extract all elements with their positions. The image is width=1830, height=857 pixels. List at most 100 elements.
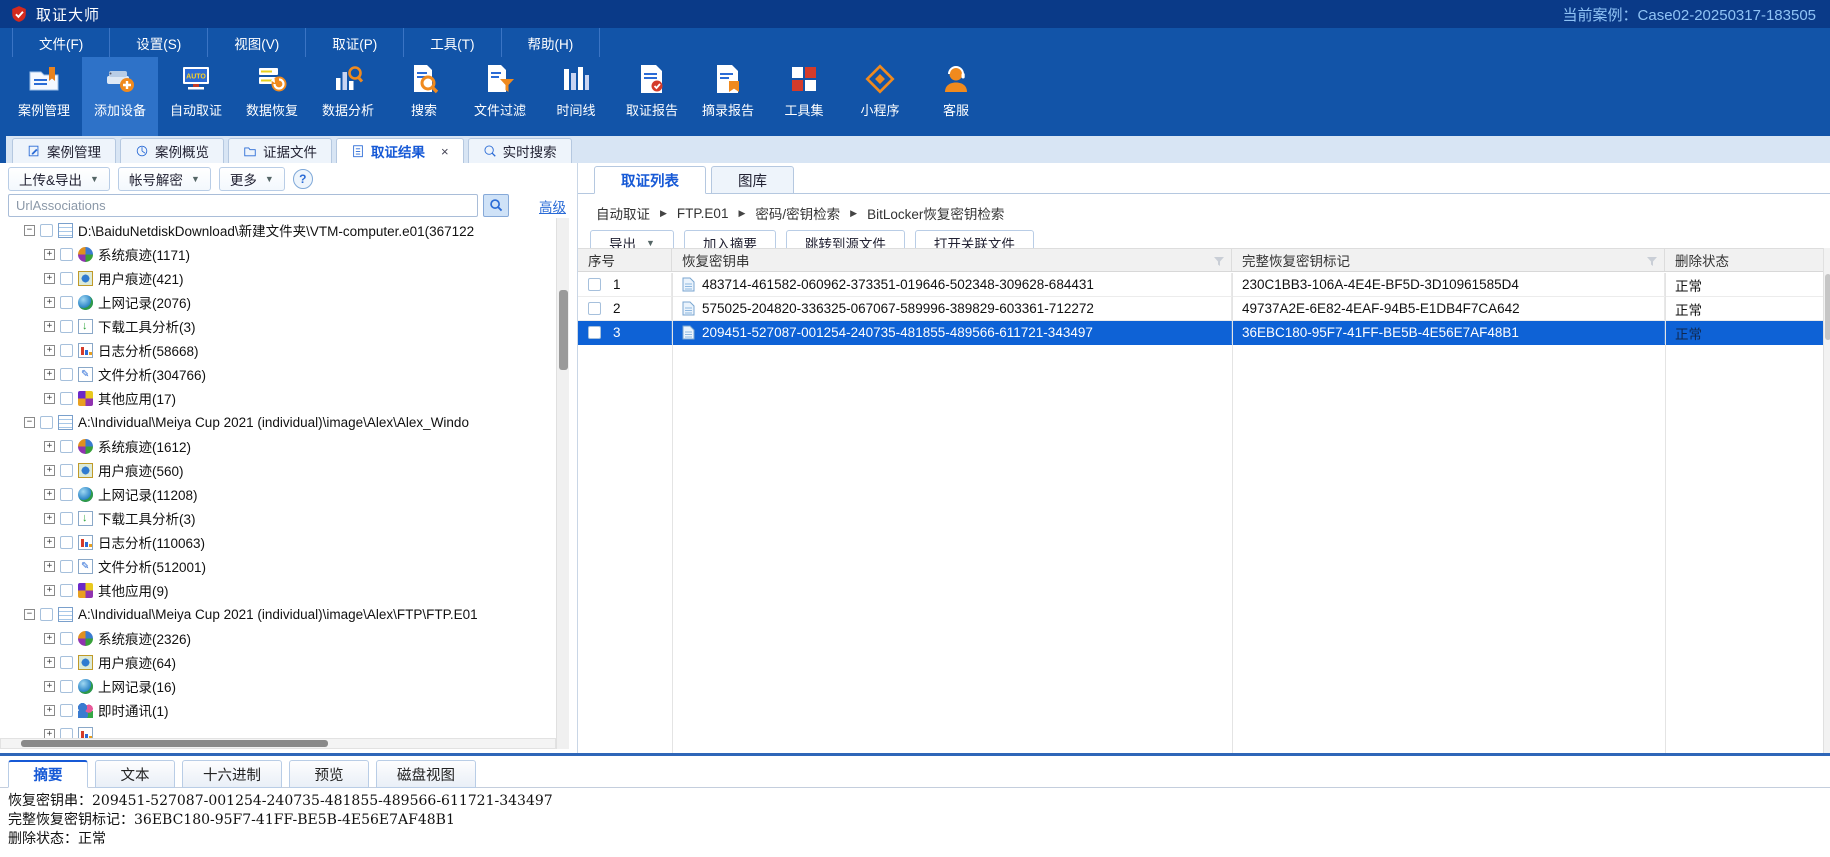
preview-tab[interactable]: 预览 [289,760,369,788]
search-input[interactable] [8,194,478,217]
tree-checkbox[interactable] [40,607,53,621]
toolbar-item[interactable]: 搜索 [386,57,462,136]
main-tab[interactable]: 案例概览 [120,138,224,163]
tree-checkbox[interactable] [60,583,73,597]
preview-tab[interactable]: 摘要 [8,760,88,788]
tree-item[interactable]: − A:\Individual\Meiya Cup 2021 (individua… [0,602,556,626]
toolbar-item[interactable]: 摘录报告 [690,57,766,136]
filter-icon[interactable] [1646,255,1658,266]
table-row[interactable]: 1 483714-461582-060962-373351-019646-5023… [578,273,1823,297]
expand-icon[interactable]: + [44,440,55,452]
tree-checkbox[interactable] [60,463,73,477]
tree-item[interactable]: + 上网记录(11208) [0,482,556,506]
tree-checkbox[interactable] [60,367,73,381]
toolbar-item[interactable]: 时间线 [538,57,614,136]
menu-item-视图(V)[interactable]: 视图(V) [208,28,307,57]
expand-icon[interactable]: + [44,344,55,356]
breadcrumb-item[interactable]: FTP.E01 [677,206,729,221]
toolbar-item[interactable]: AUTO 自动取证 [158,57,234,136]
tree-checkbox[interactable] [60,703,73,717]
tree-item[interactable]: + 系统痕迹(2326) [0,626,556,650]
toolbar-item[interactable]: 文件过滤 [462,57,538,136]
tree-checkbox[interactable] [60,295,73,309]
preview-tab[interactable]: 磁盘视图 [376,760,476,788]
tree-item[interactable]: + 下载工具分析(3) [0,506,556,530]
collapse-icon[interactable]: − [24,416,35,428]
toolbar-item[interactable]: 案例管理 [6,57,82,136]
expand-icon[interactable]: + [44,632,55,644]
toolbar-item[interactable]: 添加设备 [82,57,158,136]
tree-checkbox[interactable] [60,271,73,285]
tree-item[interactable]: + 其他应用(9) [0,578,556,602]
row-checkbox[interactable] [588,326,601,339]
menu-item-设置(S)[interactable]: 设置(S) [110,28,209,57]
tree-item[interactable]: + 文件分析(304766) [0,362,556,386]
tree-checkbox[interactable] [60,487,73,501]
breadcrumb-item[interactable]: 密码/密钥检索 [755,203,840,223]
tree-checkbox[interactable] [60,535,73,549]
tree-item[interactable]: + 其他应用(17) [0,386,556,410]
toolbar-item[interactable]: 数据恢复 [234,57,310,136]
breadcrumb-item[interactable]: BitLocker恢复密钥检索 [867,203,1004,223]
row-checkbox[interactable] [588,302,601,315]
scrollbar-thumb[interactable] [21,740,328,747]
main-tab[interactable]: 案例管理 [12,138,116,163]
toolbar-item[interactable]: 数据分析 [310,57,386,136]
tree-checkbox[interactable] [60,319,73,333]
table-vertical-scrollbar[interactable] [1823,248,1830,753]
help-button[interactable]: ? [292,169,313,189]
tree-item[interactable]: − A:\Individual\Meiya Cup 2021 (individua… [0,410,556,434]
expand-icon[interactable]: + [44,704,55,716]
tree-checkbox[interactable] [60,631,73,645]
tree-item[interactable]: + 系统痕迹(1612) [0,434,556,458]
result-tab[interactable]: 取证列表 [594,166,706,194]
panel-button[interactable]: 更多 ▼ [218,167,285,191]
column-header-status[interactable]: 删除状态 [1665,249,1823,271]
table-row[interactable]: 3 209451-527087-001254-240735-481855-4895… [578,321,1823,345]
tree-item[interactable]: + 日志分析(110063) [0,530,556,554]
tree-checkbox[interactable] [60,559,73,573]
main-tab[interactable]: 实时搜索 [467,138,572,163]
toolbar-item[interactable]: 工具集 [766,57,842,136]
toolbar-item[interactable]: 取证报告 [614,57,690,136]
filter-icon[interactable] [1213,255,1225,266]
tree-vertical-scrollbar[interactable] [556,218,569,749]
tree-checkbox[interactable] [60,511,73,525]
expand-icon[interactable]: + [44,272,55,284]
collapse-icon[interactable]: − [24,608,35,620]
expand-icon[interactable]: + [44,296,55,308]
search-button[interactable] [483,194,509,217]
tree-item[interactable]: + 用户痕迹(421) [0,266,556,290]
preview-tab[interactable]: 十六进制 [182,760,282,788]
expand-icon[interactable]: + [44,536,55,548]
tree-item[interactable]: + 上网记录(2076) [0,290,556,314]
main-tab[interactable]: 证据文件 [228,138,332,163]
expand-icon[interactable]: + [44,728,55,738]
panel-button[interactable]: 上传&导出 ▼ [8,167,110,191]
table-row[interactable]: 2 575025-204820-336325-067067-589996-3898… [578,297,1823,321]
tree-checkbox[interactable] [60,439,73,453]
menu-item-帮助(H)[interactable]: 帮助(H) [502,28,601,57]
tree-checkbox[interactable] [60,391,73,405]
tree-item[interactable]: + 文件分析(512001) [0,554,556,578]
tree-item[interactable]: + 系统痕迹(1171) [0,242,556,266]
expand-icon[interactable]: + [44,464,55,476]
expand-icon[interactable]: + [44,488,55,500]
advanced-search-link[interactable]: 高级 [539,196,566,216]
close-icon[interactable]: × [441,144,449,159]
scrollbar-thumb[interactable] [1825,274,1830,340]
expand-icon[interactable]: + [44,560,55,572]
preview-tab[interactable]: 文本 [95,760,175,788]
tree-item[interactable]: + 下载工具分析(3) [0,314,556,338]
tree-horizontal-scrollbar[interactable] [0,738,556,749]
scrollbar-thumb[interactable] [559,290,568,370]
tree-item[interactable]: + 即时通讯(1) [0,698,556,722]
main-tab[interactable]: 取证结果 × [336,138,464,163]
row-checkbox[interactable] [588,278,601,291]
expand-icon[interactable]: + [44,680,55,692]
expand-icon[interactable]: + [44,320,55,332]
menu-item-文件(F)[interactable]: 文件(F) [12,28,111,57]
panel-button[interactable]: 帐号解密 ▼ [117,167,211,191]
tree-checkbox[interactable] [60,679,73,693]
tree-item[interactable]: + [0,722,556,738]
